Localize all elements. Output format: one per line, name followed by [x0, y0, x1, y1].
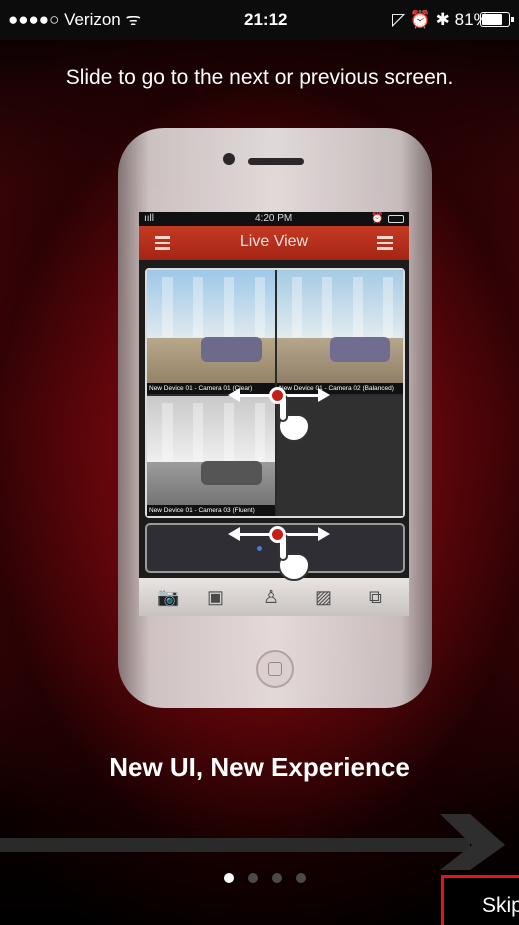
phone-home-button — [256, 650, 294, 688]
carrier-label: ●●●●○ Verizon ᯤ — [8, 10, 142, 29]
live-view-title: Live View — [239, 233, 309, 250]
camera-label: New Device 01 - Camera 03 (Fluent) — [147, 505, 275, 516]
live-view-header: Live View — [139, 226, 409, 260]
swipe-gesture-icon — [228, 525, 330, 585]
signal-icon: ııll — [144, 213, 154, 224]
list-icon — [377, 236, 393, 250]
camera-icon: 📷 — [157, 587, 180, 607]
phone-speaker — [248, 158, 304, 165]
quality-icon: ▨ — [315, 587, 333, 607]
page-dot[interactable] — [272, 873, 282, 883]
status-bar: ●●●●○ Verizon ᯤ 21:12 ◸ ⏰ ✱ 81% — [0, 0, 519, 40]
swipe-gesture-icon — [228, 386, 330, 446]
page-dot[interactable] — [296, 873, 306, 883]
inner-time: 4:20 PM — [255, 213, 293, 224]
battery-icon — [480, 12, 514, 27]
camera-tile: New Device 01 - Camera 01 (Clear) — [147, 270, 275, 394]
page-dot[interactable] — [224, 873, 234, 883]
alarm-icon: ⏰ — [371, 213, 384, 224]
status-time: 21:12 — [244, 10, 288, 29]
page-indicator — [224, 873, 316, 885]
skip-button[interactable]: Skip — [441, 875, 519, 925]
inner-battery-icon — [388, 215, 404, 223]
inner-status-bar: ııll 4:20 PM ⏰ — [139, 212, 409, 226]
onboarding-screen[interactable]: ●●●●○ Verizon ᯤ 21:12 ◸ ⏰ ✱ 81% Slide to… — [0, 0, 519, 925]
instruction-text: Slide to go to the next or previous scre… — [65, 66, 454, 89]
next-arrow-icon — [0, 814, 505, 870]
record-icon: ▣ — [207, 587, 225, 607]
phone-camera-icon — [223, 153, 235, 165]
ptz-icon: ♙ — [263, 587, 280, 607]
camera-tile: New Device 01 - Camera 02 (Balanced) — [277, 270, 403, 394]
feature-heading: New UI, New Experience — [109, 752, 410, 782]
close-view-icon: ⧉ — [369, 587, 382, 607]
page-dot[interactable] — [248, 873, 258, 883]
status-icons: ◸ ⏰ ✱ 81% — [392, 10, 489, 29]
